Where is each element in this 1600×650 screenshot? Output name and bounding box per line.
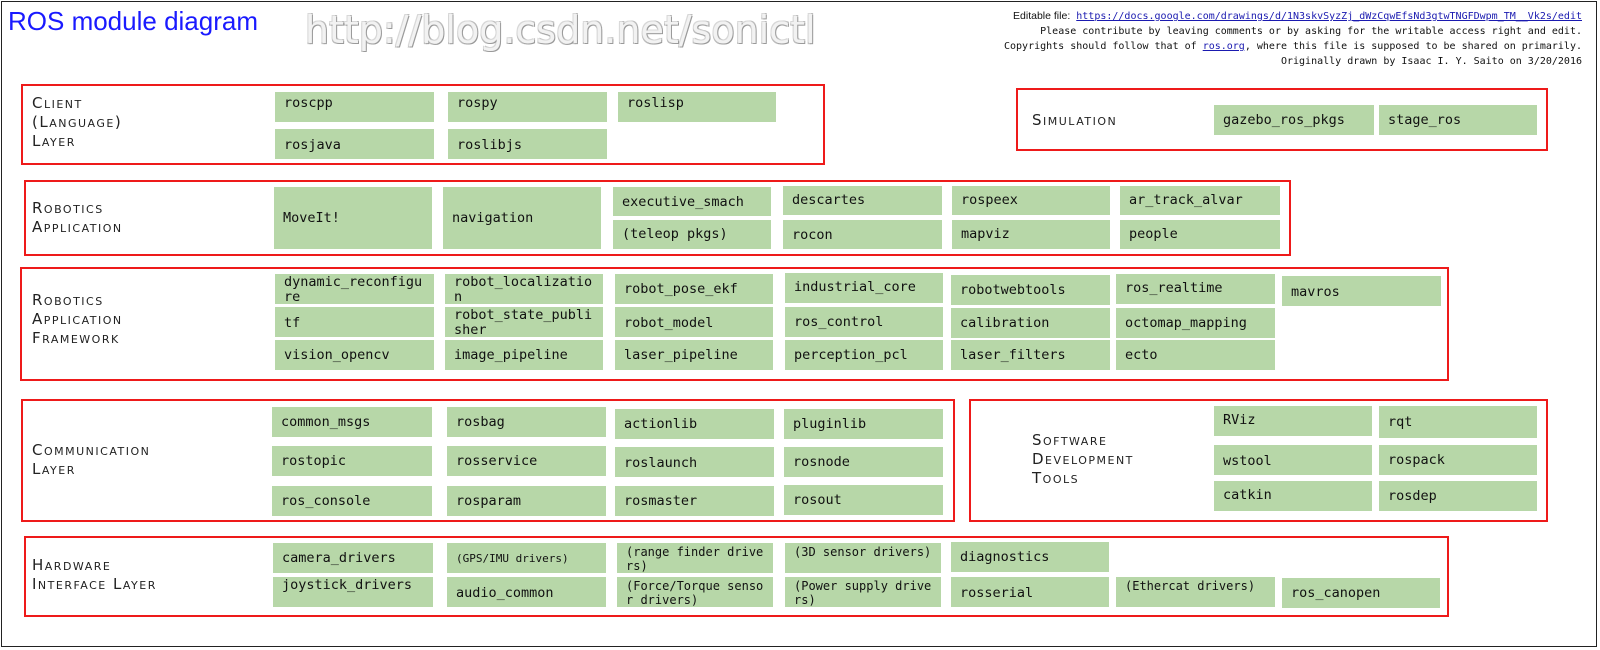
package-rosjava: rosjava (275, 129, 434, 159)
package-actionlib: actionlib (615, 409, 774, 439)
package-rostopic: rostopic (272, 446, 432, 476)
package-rosservice: rosservice (447, 446, 606, 476)
package-industrial-core: industrial_core (785, 273, 943, 303)
package-image-pipeline: image_pipeline (445, 340, 603, 370)
package-rqt: rqt (1379, 406, 1537, 438)
watermark-text: http://blog.csdn.net/sonictl (305, 8, 816, 52)
package-robotwebtools: robotwebtools (951, 275, 1110, 305)
package-octomap-mapping: octomap_mapping (1116, 308, 1275, 338)
package-rospeex: rospeex (952, 186, 1110, 215)
section-label-communication: Communication Layer (32, 441, 151, 478)
package-ar-track-alvar: ar_track_alvar (1120, 186, 1280, 215)
package-rosserial: rosserial (951, 577, 1109, 607)
package-3d-sensor-drivers: (3D sensor drivers) (785, 543, 941, 573)
package-dynamic-reconfigure: dynamic_reconfigure (275, 274, 434, 304)
section-label-hardware: Hardware Interface Layer (32, 556, 157, 593)
package-rviz: RViz (1214, 406, 1372, 436)
package-descartes: descartes (783, 186, 942, 215)
package-roscpp: roscpp (275, 92, 434, 122)
section-label-sdk: Software Development Tools (1032, 431, 1134, 487)
package-audio-common: audio_common (447, 577, 606, 607)
package-force-torque-sensor-drivers: (Force/Torque sensor drivers) (617, 577, 773, 607)
ros-org-link[interactable]: ros.org (1203, 41, 1245, 52)
package-calibration: calibration (951, 308, 1110, 338)
package-rosmaster: rosmaster (615, 486, 774, 516)
package-range-finder-drivers: (range finder drivers) (617, 543, 773, 573)
package-roslisp: roslisp (618, 92, 776, 122)
package-ros-control: ros_control (785, 307, 943, 337)
package-stage-ros: stage_ros (1379, 105, 1537, 135)
package-teleop-pkgs: (teleop pkgs) (613, 220, 771, 249)
package-robot-pose-ekf: robot_pose_ekf (615, 274, 773, 304)
package-ros-canopen: ros_canopen (1282, 578, 1440, 608)
package-mapviz: mapviz (952, 220, 1110, 249)
package-robot-model: robot_model (615, 307, 773, 337)
package-ethercat-drivers: (Ethercat drivers) (1116, 577, 1275, 607)
package-moveit: MoveIt! (274, 187, 432, 249)
package-rosdep: rosdep (1379, 481, 1537, 511)
section-label-robotics-application: Robotics Application (32, 199, 123, 236)
package-roslibjs: roslibjs (448, 129, 607, 159)
package-rosparam: rosparam (447, 486, 606, 516)
package-roslaunch: roslaunch (615, 447, 774, 477)
package-camera-drivers: camera_drivers (273, 543, 433, 573)
package-wstool: wstool (1214, 445, 1372, 475)
package-common-msgs: common_msgs (272, 407, 432, 437)
info-line-contribute: Please contribute by leaving comments or… (1040, 26, 1582, 37)
editable-url-link[interactable]: https://docs.google.com/drawings/d/1N3sk… (1076, 11, 1582, 22)
section-label-client: Client (Language) Layer (32, 94, 123, 150)
copyright-pre: Copyrights should follow that of (1004, 41, 1197, 52)
package-pluginlib: pluginlib (784, 409, 943, 439)
section-label-framework: Robotics Application Framework (32, 291, 123, 347)
package-robot-localization: robot_localization (445, 274, 603, 304)
info-line-editable: Editable file: https://docs.google.com/d… (822, 9, 1582, 24)
package-joystick-drivers: joystick_drivers (273, 577, 433, 607)
package-ros-realtime: ros_realtime (1116, 274, 1275, 304)
section-label-simulation: Simulation (1032, 111, 1118, 129)
info-block: Editable file: https://docs.google.com/d… (822, 9, 1582, 69)
package-gps-imu-drivers: (GPS/IMU drivers) (447, 543, 606, 573)
package-rosbag: rosbag (447, 407, 606, 437)
package-diagnostics: diagnostics (951, 542, 1109, 572)
package-gazebo-ros-pkgs: gazebo_ros_pkgs (1214, 105, 1374, 135)
info-line-author: Originally drawn by Isaac I. Y. Saito on… (1280, 56, 1582, 67)
package-perception-pcl: perception_pcl (785, 340, 943, 370)
copyright-post: , where this file is supposed to be shar… (1244, 41, 1582, 52)
package-laser-pipeline: laser_pipeline (615, 340, 773, 370)
package-vision-opencv: vision_opencv (275, 340, 434, 370)
package-rospack: rospack (1379, 445, 1537, 475)
package-catkin: catkin (1214, 481, 1372, 511)
package-ecto: ecto (1116, 340, 1275, 370)
package-executive-smach: executive_smach (613, 187, 771, 216)
package-power-supply-drivers: (Power supply drivers) (785, 577, 941, 607)
package-mavros: mavros (1282, 276, 1441, 306)
package-navigation: navigation (443, 187, 601, 249)
diagram-title: ROS module diagram (8, 6, 258, 36)
package-rocon: rocon (783, 220, 942, 249)
package-robot-state-publisher: robot_state_publisher (445, 307, 603, 337)
package-laser-filters: laser_filters (951, 340, 1110, 370)
package-rospy: rospy (448, 92, 607, 122)
info-line-copyright: Copyrights should follow that of ros.org… (822, 39, 1582, 54)
package-rosnode: rosnode (784, 447, 943, 477)
package-tf: tf (275, 307, 434, 337)
editable-label: Editable file: (1013, 10, 1071, 22)
package-rosout: rosout (784, 485, 943, 515)
package-people: people (1120, 220, 1280, 249)
package-ros-console: ros_console (272, 486, 432, 516)
